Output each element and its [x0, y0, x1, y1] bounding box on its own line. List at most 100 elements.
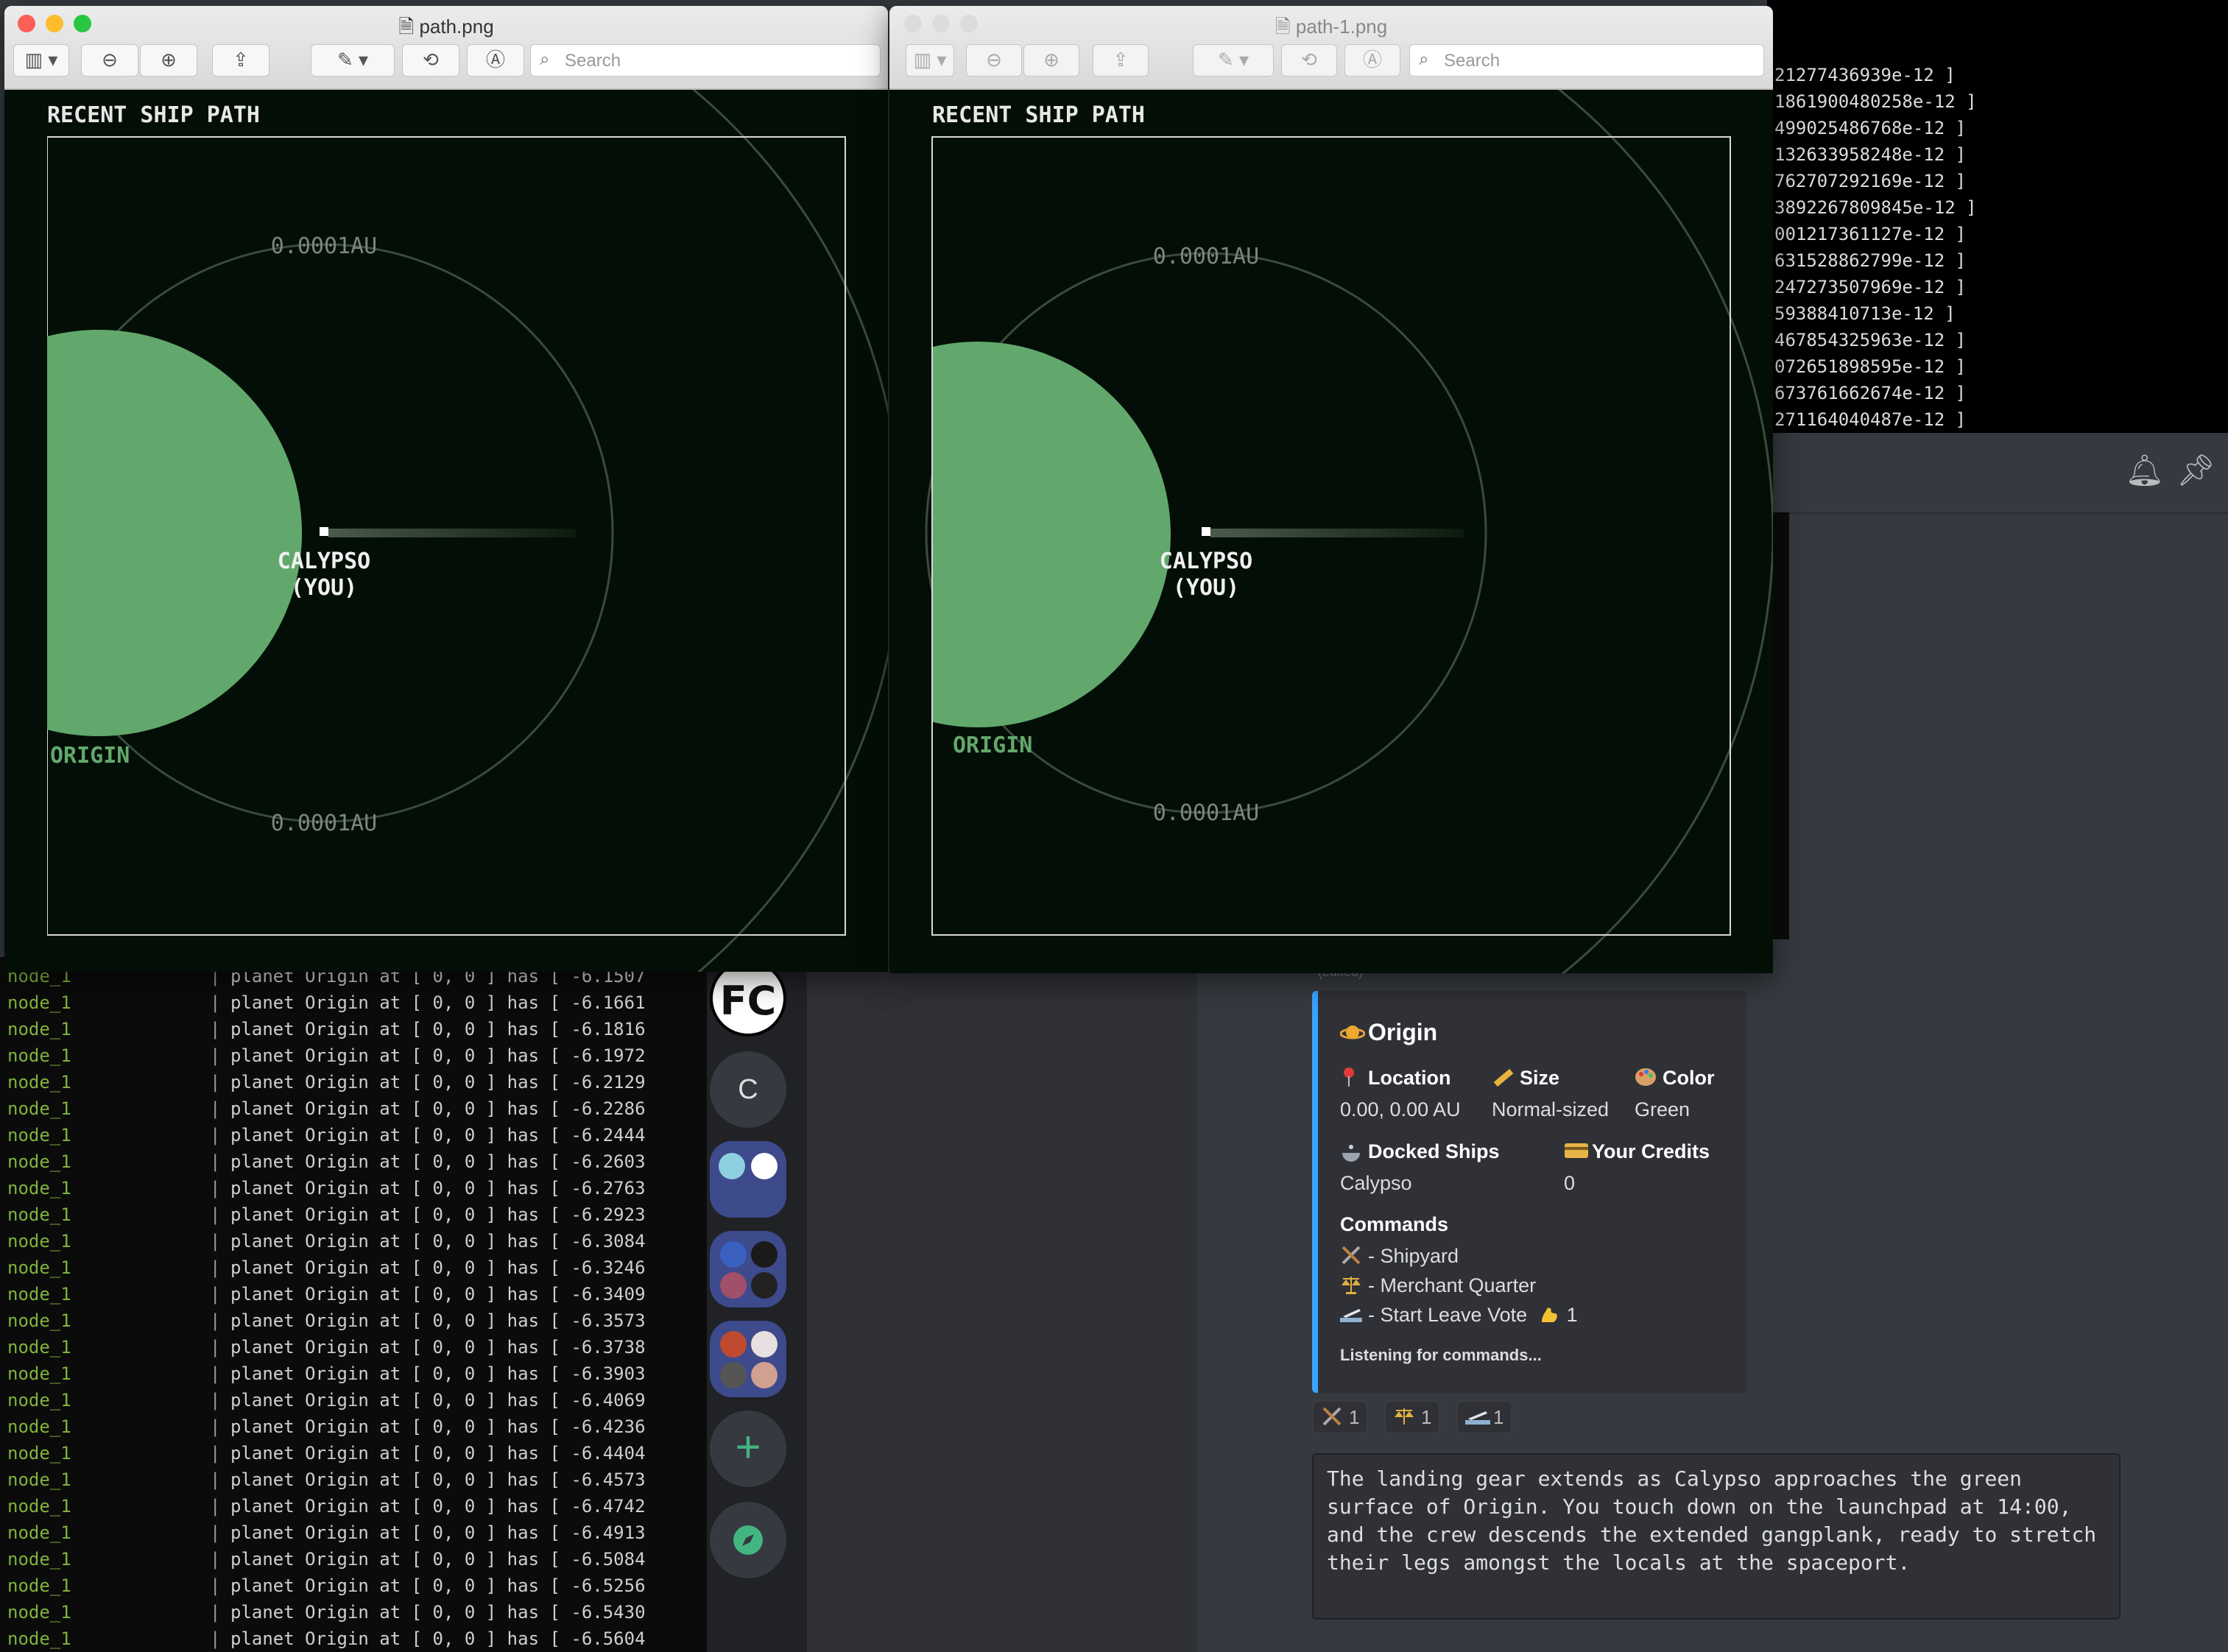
search-icon: ⌕: [540, 49, 550, 69]
zoom-in-button[interactable]: ⊕: [1023, 44, 1079, 77]
reaction-tools[interactable]: 1: [1312, 1400, 1369, 1434]
terminal-node: node_1: [7, 1469, 71, 1490]
annotate-button[interactable]: Ⓐ: [467, 44, 524, 77]
chat-header: 🔔︎ 📌︎: [1767, 433, 2228, 514]
zoom-in-button[interactable]: ⊕: [140, 44, 197, 77]
ship-marker: [1202, 527, 1210, 536]
rotate-button[interactable]: ⟲: [1281, 44, 1337, 77]
terminal-node: node_1: [7, 1496, 71, 1517]
scales-icon: [1340, 1274, 1365, 1296]
terminal-node: node_1: [7, 1019, 71, 1039]
map-canvas: RECENT SHIP PATH 0.0001AU 0.0001AU CALYP…: [4, 90, 888, 972]
annotate-button[interactable]: Ⓐ: [1344, 44, 1400, 77]
terminal-node: node_1: [7, 1098, 71, 1119]
terminal-row: node_1 | planet Origin at [ 0, 0 ] has [ -…: [0, 1416, 707, 1443]
terminal-sep: |: [210, 1257, 221, 1278]
terminal-msg: planet Origin at [ 0, 0 ] has [ -6.3084: [230, 1231, 646, 1252]
terminal-line: 271164040487e-12 ]: [1774, 409, 1967, 430]
departure-icon: [1340, 1303, 1365, 1325]
terminal-line: 1861900480258e-12 ]: [1774, 91, 1977, 112]
terminal-node: node_1: [7, 1204, 71, 1225]
terminal-line: 762707292169e-12 ]: [1774, 171, 1967, 191]
planet-label: ORIGIN: [953, 733, 1032, 758]
terminal-row: node_1 | planet Origin at [ 0, 0 ] has [ -…: [0, 1390, 707, 1416]
terminal-node: node_1: [7, 1310, 71, 1331]
terminal-row: node_1 | planet Origin at [ 0, 0 ] has [ -…: [0, 1151, 707, 1178]
rotate-button[interactable]: ⟲: [402, 44, 459, 77]
reaction-departure[interactable]: 1: [1456, 1400, 1513, 1434]
share-button[interactable]: ⇪: [212, 44, 269, 77]
terminal-sep: |: [210, 1284, 221, 1305]
explore-servers-button[interactable]: [710, 1502, 786, 1578]
terminal-msg: planet Origin at [ 0, 0 ] has [ -6.4913: [230, 1522, 646, 1543]
terminal-sep: |: [210, 1628, 221, 1649]
field-docked-value: Calypso: [1340, 1172, 1412, 1194]
ringed-planet-icon: [1339, 1022, 1366, 1044]
terminal-msg: planet Origin at [ 0, 0 ] has [ -6.5430: [230, 1602, 646, 1623]
sidebar-toggle-button[interactable]: ▥ ▾: [13, 44, 69, 77]
terminal-msg: planet Origin at [ 0, 0 ] has [ -6.2603: [230, 1151, 646, 1172]
ship-name-label: CALYPSO: [1160, 548, 1252, 574]
server-c[interactable]: C: [710, 1051, 786, 1128]
terminal-msg: planet Origin at [ 0, 0 ] has [ -6.2286: [230, 1098, 646, 1119]
ship-trail: [1210, 529, 1464, 537]
terminal-node: node_1: [7, 1549, 71, 1570]
story-message: The landing gear extends as Calypso appr…: [1312, 1453, 2121, 1620]
search-field[interactable]: ⌕ Search: [530, 44, 881, 77]
top-terminal[interactable]: 21277436939e-12 ] 1861900480258e-12 ] 4990…: [1767, 0, 2228, 434]
server-folder-3[interactable]: [710, 1321, 786, 1397]
terminal-sep: |: [210, 1602, 221, 1623]
zoom-out-button[interactable]: ⊖: [966, 44, 1022, 77]
terminal-node: node_1: [7, 1575, 71, 1596]
sidebar-toggle-button[interactable]: ▥ ▾: [906, 44, 954, 77]
field-docked-name: Docked Ships: [1340, 1140, 1500, 1163]
terminal-msg: planet Origin at [ 0, 0 ] has [ -6.1661: [230, 992, 646, 1013]
terminal-row: node_1 | planet Origin at [ 0, 0 ] has [ -…: [0, 1363, 707, 1390]
terminal-msg: planet Origin at [ 0, 0 ] has [ -6.5084: [230, 1549, 646, 1570]
terminal-row: node_1 | planet Origin at [ 0, 0 ] has [ -…: [0, 1072, 707, 1098]
add-server-button[interactable]: +: [710, 1411, 786, 1487]
reaction-scales[interactable]: 1: [1384, 1400, 1441, 1434]
ship-tag-label: (YOU): [1173, 575, 1239, 601]
terminal-sep: |: [210, 1575, 221, 1596]
terminal-row: node_1 | planet Origin at [ 0, 0 ] has [ -…: [0, 1602, 707, 1628]
ship-trail: [328, 529, 576, 537]
terminal-row: node_1 | planet Origin at [ 0, 0 ] has [ -…: [0, 1628, 707, 1652]
share-button[interactable]: ⇪: [1093, 44, 1149, 77]
terminal-sep: |: [210, 1151, 221, 1172]
map-heading: RECENT SHIP PATH: [47, 102, 260, 128]
search-field[interactable]: ⌕ Search: [1409, 44, 1764, 77]
terminal-msg: planet Origin at [ 0, 0 ] has [ -6.1816: [230, 1019, 646, 1039]
terminal-node: node_1: [7, 1151, 71, 1172]
tools-icon: [1321, 1405, 1346, 1427]
markup-button[interactable]: ✎ ▾: [311, 44, 395, 77]
window-title: 🗎︎ path.png: [398, 15, 494, 38]
markup-button[interactable]: ✎ ▾: [1193, 44, 1274, 77]
server-folder-1[interactable]: [710, 1141, 786, 1218]
credit-card-icon: [1564, 1140, 1589, 1162]
ring-label-bottom: 0.0001AU: [271, 811, 378, 836]
field-credits-value: 0: [1564, 1172, 1576, 1194]
zoom-out-button[interactable]: ⊖: [81, 44, 138, 77]
terminal-node: node_1: [7, 1045, 71, 1066]
server-folder-2[interactable]: [710, 1231, 786, 1307]
terminal-msg: planet Origin at [ 0, 0 ] has [ -6.4404: [230, 1443, 646, 1464]
pin-icon[interactable]: 📌︎: [2176, 452, 2215, 489]
terminal-row: node_1 | planet Origin at [ 0, 0 ] has [ -…: [0, 1204, 707, 1231]
terminal-node: node_1: [7, 1602, 71, 1623]
bell-icon[interactable]: 🔔︎: [2125, 452, 2164, 489]
bottom-terminal[interactable]: node_1 | planet Origin at [ 0, 0 ] has [ -…: [0, 957, 707, 1652]
terminal-row: node_1 | planet Origin at [ 0, 0 ] has [ -…: [0, 1284, 707, 1310]
terminal-msg: planet Origin at [ 0, 0 ] has [ -6.1972: [230, 1045, 646, 1066]
file-icon: 🗎︎: [1275, 15, 1296, 38]
vote-count: 1: [1566, 1304, 1578, 1326]
ruler-icon: [1492, 1066, 1517, 1088]
embed-title: Origin: [1339, 1019, 1437, 1046]
file-icon: 🗎︎: [398, 15, 420, 38]
ring-label-top: 0.0001AU: [271, 233, 378, 259]
terminal-line: 59388410713e-12 ]: [1774, 303, 1956, 324]
terminal-sep: |: [210, 1522, 221, 1543]
field-size-value: Normal-sized: [1492, 1098, 1610, 1120]
terminal-node: node_1: [7, 1522, 71, 1543]
terminal-msg: planet Origin at [ 0, 0 ] has [ -6.2763: [230, 1178, 646, 1199]
